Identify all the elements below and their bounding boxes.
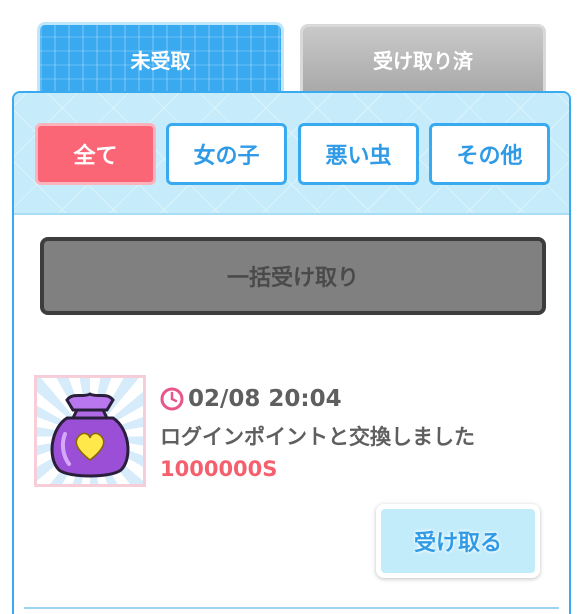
filter-girl-label: 女の子 xyxy=(193,144,260,169)
receive-button-inner: 受け取る xyxy=(381,509,535,573)
item-amount: 1000000S xyxy=(160,457,278,481)
receive-button-label: 受け取る xyxy=(413,531,502,556)
filter-girl-button[interactable]: 女の子 xyxy=(166,123,287,185)
tab-received-label: 受け取り済 xyxy=(373,49,473,73)
divider xyxy=(24,607,559,609)
purple-heart-bag-icon xyxy=(50,392,130,478)
tab-unreceived[interactable]: 未受取 xyxy=(37,22,284,94)
filter-other-label: その他 xyxy=(456,144,523,169)
item-time-row: 02/08 20:04 xyxy=(160,383,342,415)
item-thumbnail xyxy=(34,375,146,487)
filter-all-button[interactable]: 全て xyxy=(35,123,156,185)
bulk-receive-button[interactable]: 一括受け取り xyxy=(40,237,546,315)
clock-icon xyxy=(160,387,184,411)
item-description: ログインポイントと交換しました xyxy=(160,425,475,449)
filter-bug-label: 悪い虫 xyxy=(325,144,392,169)
filter-bug-button[interactable]: 悪い虫 xyxy=(298,123,419,185)
tab-unreceived-label: 未受取 xyxy=(130,49,191,73)
filter-bar: 全て 女の子 悪い虫 その他 xyxy=(14,93,569,215)
tab-received[interactable]: 受け取り済 xyxy=(300,24,546,92)
gift-box-screen: 未受取 受け取り済 全て 女の子 悪い虫 その他 一括受け取り 02/08 20… xyxy=(0,0,583,614)
filter-other-button[interactable]: その他 xyxy=(429,123,550,185)
item-datetime: 02/08 20:04 xyxy=(188,386,342,412)
receive-button[interactable]: 受け取る xyxy=(376,504,540,578)
bulk-receive-label: 一括受け取り xyxy=(226,266,359,291)
filter-all-label: 全て xyxy=(73,144,118,169)
gift-list-panel: 全て 女の子 悪い虫 その他 一括受け取り 02/08 20:04 ログインポイ… xyxy=(12,91,571,614)
